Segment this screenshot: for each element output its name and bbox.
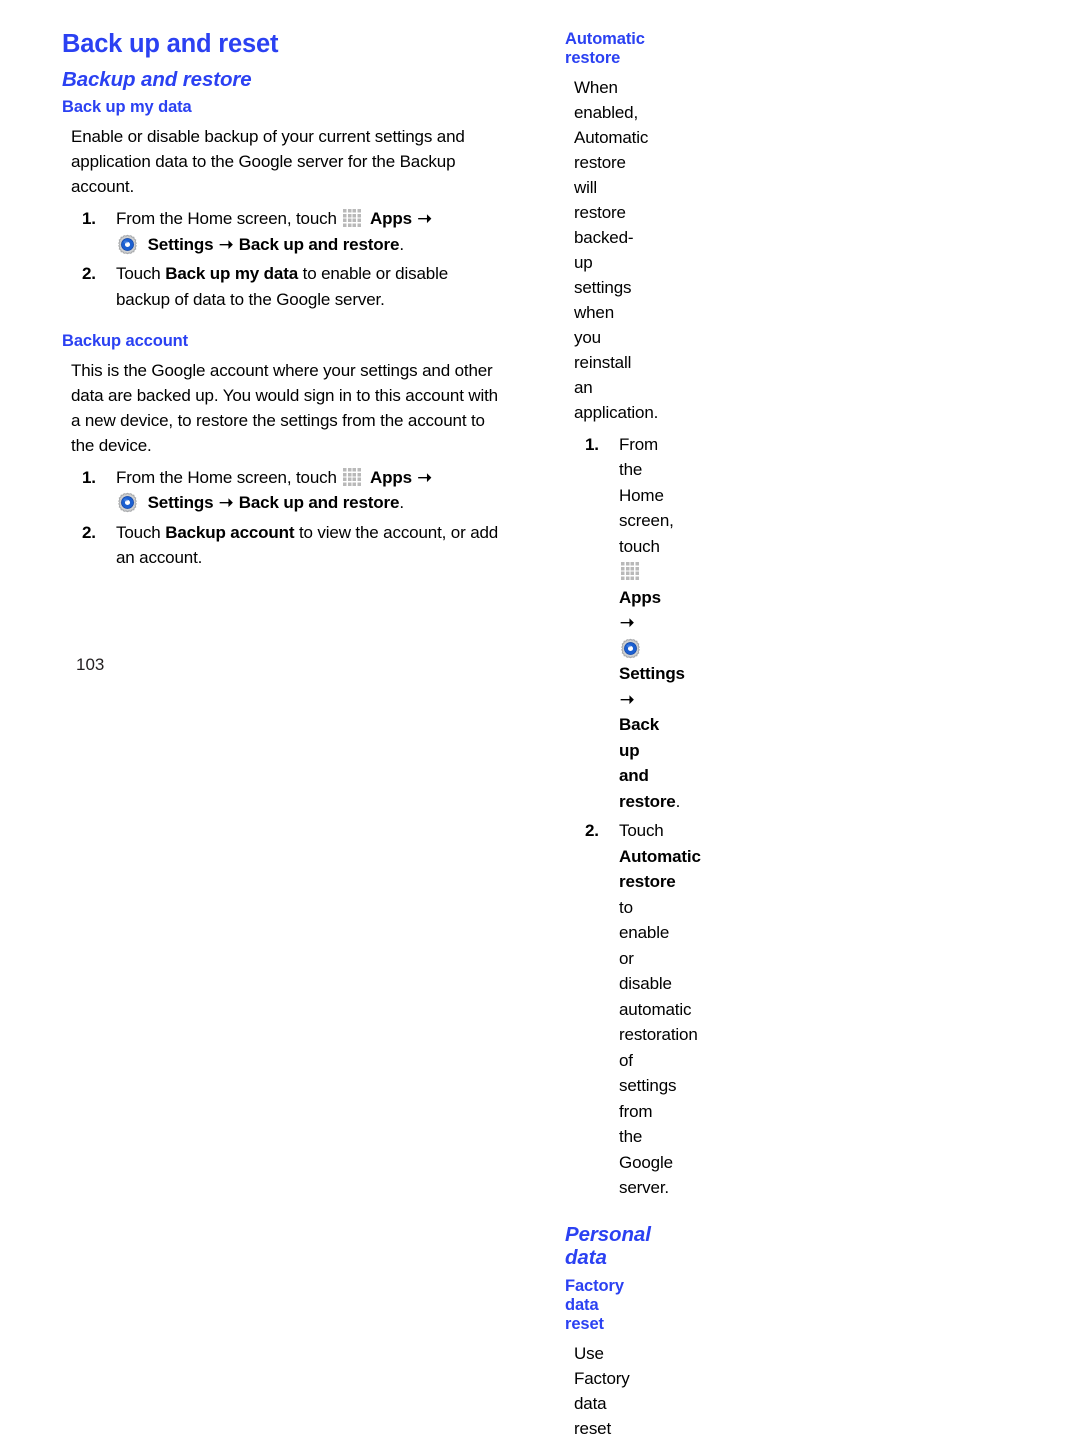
step-text: Touch [116,522,166,542]
paragraph-automatic-restore: When enabled, Automatic restore will res… [574,77,659,422]
step-text: From the Home screen, touch [619,434,674,556]
step-line-2: Settings ➝ Back up and restore. [116,232,505,258]
step-number: 2. [82,522,96,542]
arrow-right-icon: ➝ [620,613,635,633]
step-period: . [675,791,681,811]
back-up-and-restore-label: Back up and restore [238,493,400,513]
step-emphasis: Back up my data [165,264,299,284]
manual-page: Back up and reset Backup and restore Bac… [0,0,1080,1438]
step-line-1: From the Home screen, touch Apps ➝ [116,206,505,232]
step-text: From the Home screen, touch [116,467,337,487]
step-period: . [399,493,404,513]
paragraph-factory-data-reset: Use Factory data reset to return your de… [574,1343,630,1438]
list-item: 2. Touch Back up my data to enable or di… [62,261,505,312]
step-period: . [399,234,404,254]
settings-label: Settings [619,664,685,684]
list-item: 1. From the Home screen, touch Apps ➝ Se… [62,465,505,516]
settings-label: Settings [147,234,214,254]
step-line-2: Settings ➝ Back up and restore. [116,490,505,516]
step-number: 2. [585,821,599,841]
list-item: 1. From the Home screen, touch Apps ➝ Se… [62,206,505,257]
apps-label: Apps [619,587,661,607]
settings-label: Settings [147,493,214,513]
settings-gear-icon [620,638,641,659]
list-item: 1. From the Home screen, touch Apps ➝ Se… [565,432,685,815]
step-text: Touch [116,264,166,284]
settings-gear-icon [117,234,138,255]
apps-label: Apps [369,209,412,229]
step-line-1: From the Home screen, touch Apps ➝ [116,465,505,491]
step-number: 1. [82,209,96,229]
apps-grid-icon [343,209,363,229]
step-text: Touch [619,821,664,841]
step-text: From the Home screen, touch [116,209,337,229]
back-up-and-restore-label: Back up and restore [619,715,676,811]
page-number: 103 [76,655,105,674]
step-text-continued: to enable or disable automatic restorati… [619,897,698,1198]
step-emphasis: Backup account [165,522,295,542]
step-number: 1. [82,467,96,487]
arrow-right-icon: ➝ [417,467,432,487]
apps-grid-icon [621,562,640,582]
step-number: 2. [82,264,96,284]
back-up-and-restore-label: Back up and restore [238,234,400,254]
settings-gear-icon [117,492,138,513]
arrow-right-icon: ➝ [219,493,234,513]
arrow-right-icon: ➝ [417,209,432,229]
arrow-right-icon: ➝ [620,689,635,709]
two-column-layout: Back up and reset Backup and restore Bac… [0,0,1080,1438]
list-item: 2. Touch Backup account to view the acco… [62,520,505,571]
apps-label: Apps [369,467,412,487]
apps-grid-icon [343,467,363,487]
arrow-right-icon: ➝ [219,234,234,254]
list-item: 2. Touch Automatic restore to enable or … [565,818,701,1201]
step-number: 1. [585,434,599,454]
step-emphasis: Automatic restore [619,846,701,892]
